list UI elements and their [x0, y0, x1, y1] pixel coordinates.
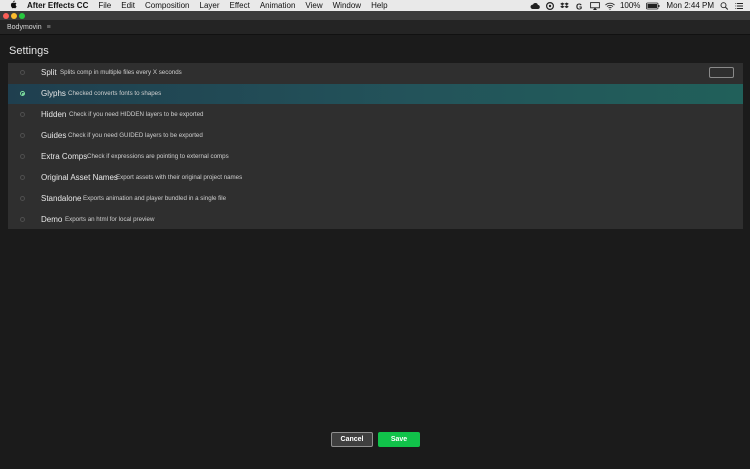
setting-row-hidden[interactable]: Hidden Check if you need HIDDEN layers t…: [8, 105, 743, 125]
original-asset-names-radio[interactable]: [20, 175, 25, 180]
menu-clock[interactable]: Mon 2:44 PM: [666, 0, 714, 11]
setting-description: Checked converts fonts to shapes: [68, 90, 162, 97]
menu-edit[interactable]: Edit: [121, 0, 135, 11]
setting-description: Check if you need HIDDEN layers to be ex…: [69, 111, 204, 118]
guides-radio[interactable]: [20, 133, 25, 138]
setting-description: Check if expressions are pointing to ext…: [87, 153, 229, 160]
window-close-button[interactable]: [3, 13, 9, 19]
setting-row-glyphs[interactable]: Glyphs Checked converts fonts to shapes: [8, 84, 743, 104]
menu-window[interactable]: Window: [333, 0, 361, 11]
panel-title[interactable]: Bodymovin: [7, 24, 42, 31]
battery-icon[interactable]: [646, 2, 660, 10]
apple-logo-icon[interactable]: [9, 0, 19, 12]
wifi-icon[interactable]: [605, 2, 615, 10]
setting-description: Splits comp in multiple files every X se…: [60, 69, 182, 76]
setting-row-standalone[interactable]: Standalone Exports animation and player …: [8, 189, 743, 209]
settings-list: Split Splits comp in multiple files ever…: [8, 63, 743, 229]
setting-row-demo[interactable]: Demo Exports an html for local preview: [8, 210, 743, 230]
setting-description: Check if you need GUIDED layers to be ex…: [68, 132, 203, 139]
setting-description: Exports animation and player bundled in …: [83, 195, 227, 202]
notification-center-icon[interactable]: [735, 2, 744, 10]
split-radio[interactable]: [20, 70, 25, 75]
setting-name: Standalone: [41, 194, 82, 203]
setting-row-extra-comps[interactable]: Extra Comps Check if expressions are poi…: [8, 147, 743, 167]
cloud-icon[interactable]: [530, 2, 540, 10]
spotlight-search-icon[interactable]: [720, 1, 729, 10]
panel-header: Bodymovin ≡: [0, 20, 750, 35]
battery-percent: 100%: [619, 1, 641, 10]
creative-cloud-icon[interactable]: [545, 1, 554, 10]
menu-effect[interactable]: Effect: [230, 0, 250, 11]
setting-name: Demo: [41, 215, 63, 224]
setting-name: Guides: [41, 131, 67, 140]
setting-description: Export assets with their original projec…: [116, 174, 243, 181]
setting-row-guides[interactable]: Guides Check if you need GUIDED layers t…: [8, 126, 743, 146]
airplay-icon[interactable]: [590, 1, 600, 10]
menu-app-name[interactable]: After Effects CC: [27, 0, 88, 11]
panel-menu-icon[interactable]: ≡: [47, 24, 51, 31]
menu-composition[interactable]: Composition: [145, 0, 189, 11]
extra-comps-radio[interactable]: [20, 154, 25, 159]
standalone-radio[interactable]: [20, 196, 25, 201]
setting-row-split[interactable]: Split Splits comp in multiple files ever…: [8, 63, 743, 83]
setting-name: Original Asset Names: [41, 173, 118, 182]
dropbox-icon[interactable]: [560, 2, 569, 10]
window-titlebar: [0, 11, 750, 20]
menu-animation[interactable]: Animation: [260, 0, 296, 11]
cancel-button[interactable]: Cancel: [331, 432, 373, 447]
window-maximize-button[interactable]: [19, 13, 25, 19]
menu-extras: G 100% Mon 2:44 PM: [530, 0, 744, 11]
hidden-radio[interactable]: [20, 112, 25, 117]
page-title: Settings: [9, 45, 49, 57]
save-button[interactable]: Save: [378, 432, 420, 447]
demo-radio[interactable]: [20, 217, 25, 222]
menu-layer[interactable]: Layer: [200, 0, 220, 11]
google-drive-icon[interactable]: G: [575, 2, 584, 11]
split-seconds-input[interactable]: [709, 67, 734, 78]
setting-description: Exports an html for local preview: [65, 216, 155, 223]
menu-help[interactable]: Help: [371, 0, 387, 11]
setting-name: Hidden: [41, 110, 67, 119]
svg-text:G: G: [576, 2, 582, 10]
mac-menu-bar: After Effects CC File Edit Composition L…: [0, 0, 750, 11]
setting-name: Glyphs: [41, 89, 66, 98]
menu-file[interactable]: File: [98, 0, 111, 11]
setting-row-original-asset-names[interactable]: Original Asset Names Export assets with …: [8, 168, 743, 188]
setting-name: Extra Comps: [41, 152, 88, 161]
glyphs-radio[interactable]: [20, 91, 25, 96]
setting-name: Split: [41, 68, 57, 77]
menu-view[interactable]: View: [305, 0, 322, 11]
window-minimize-button[interactable]: [11, 13, 17, 19]
